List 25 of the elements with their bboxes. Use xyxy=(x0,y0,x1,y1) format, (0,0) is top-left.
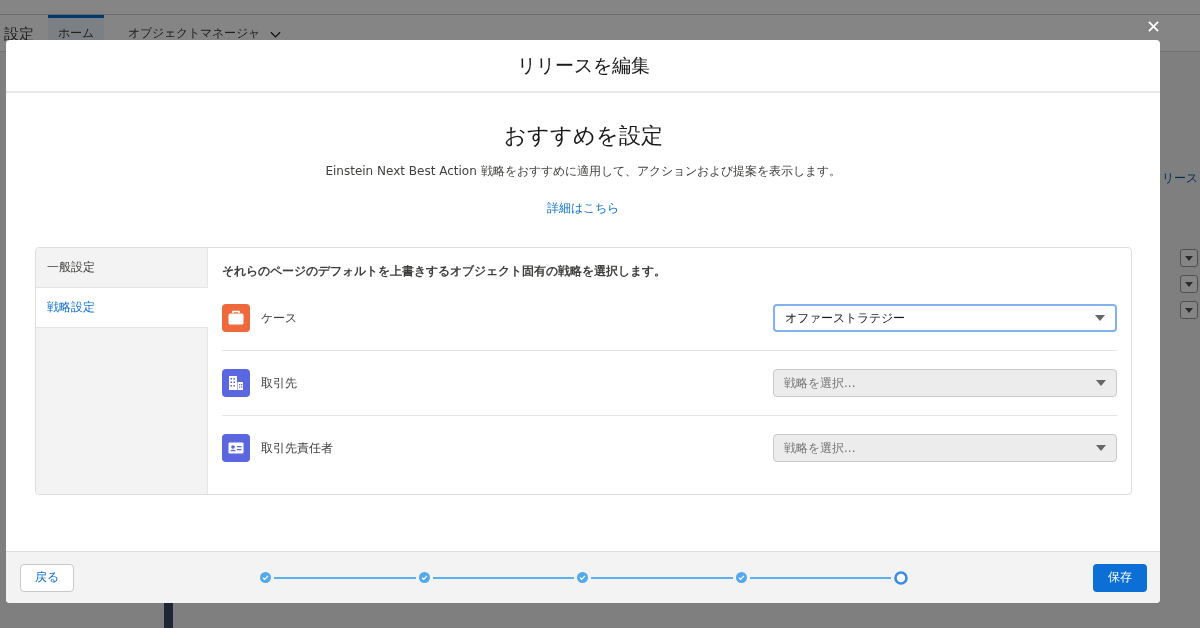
object-label: 取引先 xyxy=(261,374,298,392)
instruction-text: それらのページのデフォルトを上書きするオブジェクト固有の戦略を選択します。 xyxy=(222,263,667,280)
nav-item[interactable]: 一般設定 xyxy=(36,248,207,287)
caret-icon xyxy=(1096,380,1106,386)
caret-icon xyxy=(1185,255,1193,261)
related-list-link[interactable]: リース xyxy=(1162,170,1198,187)
modal-title: リリースを編集 xyxy=(516,52,650,78)
close-icon[interactable] xyxy=(1148,21,1159,32)
save-button[interactable]: 保存 xyxy=(1093,563,1147,592)
caret-icon xyxy=(1096,445,1106,451)
back-button[interactable]: 戻る xyxy=(20,563,74,592)
description-text: Einstein Next Best Action 戦略をおすすめに適用して、アクションおよび提案を表示します。 xyxy=(325,163,841,180)
row-menu-button[interactable] xyxy=(1180,249,1198,267)
object-label: 取引先責任者 xyxy=(261,439,334,457)
strategy-select[interactable]: オファーストラテジー xyxy=(773,304,1117,332)
section-heading: おすすめを設定 xyxy=(503,122,663,150)
object-label: ケース xyxy=(261,309,298,327)
row-menu-button[interactable] xyxy=(1180,275,1198,293)
chevron-icon[interactable] xyxy=(270,31,281,39)
caret-icon xyxy=(1185,281,1193,287)
nav-item[interactable]: 戦略設定 xyxy=(36,287,208,328)
caret-icon xyxy=(1185,307,1193,313)
caret-icon xyxy=(1095,315,1105,321)
row-menu-button[interactable] xyxy=(1180,301,1198,319)
learn-more-link[interactable]: 詳細はこちら xyxy=(547,200,619,217)
